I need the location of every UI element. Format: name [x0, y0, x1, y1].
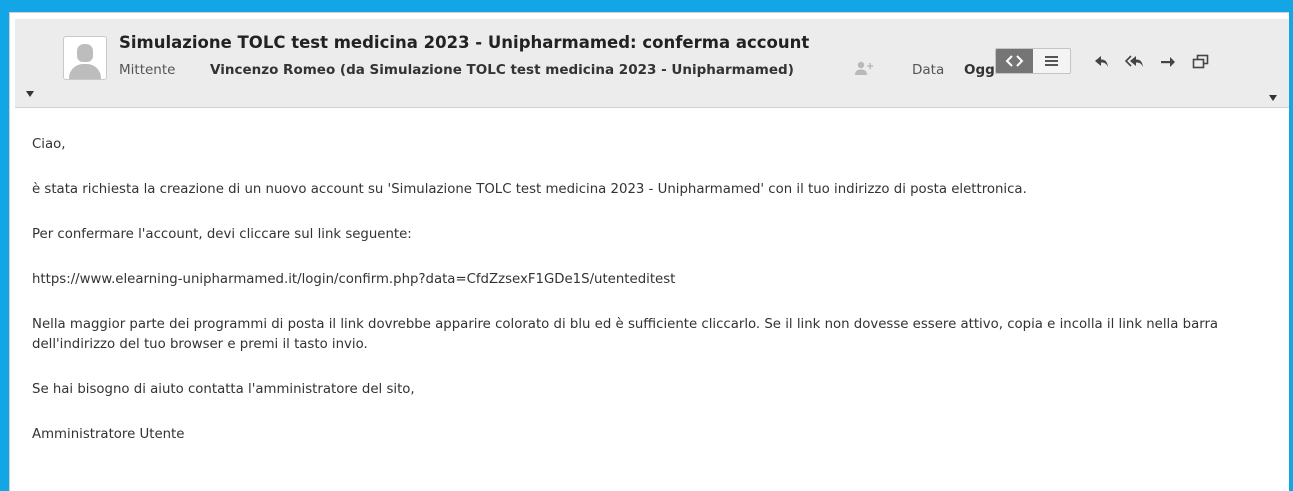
collapse-left-icon[interactable]	[26, 91, 34, 97]
open-window-icon[interactable]	[1191, 53, 1211, 71]
reply-icon[interactable]	[1092, 53, 1112, 71]
reply-all-icon[interactable]	[1125, 53, 1145, 71]
greeting: Ciao,	[32, 137, 66, 152]
body-paragraph-3: Nella maggior parte dei programmi di pos…	[32, 317, 1219, 352]
view-mode-toggle[interactable]	[995, 48, 1071, 74]
body-paragraph-2: Per confermare l'account, devi cliccare …	[32, 227, 412, 242]
window-frame: Simulazione TOLC test medicina 2023 - Un…	[0, 0, 1293, 491]
add-contact-icon[interactable]	[854, 61, 874, 77]
avatar	[63, 36, 107, 80]
message-body: Ciao, è stata richiesta la creazione di …	[32, 135, 1279, 470]
text-view-icon	[1045, 56, 1058, 66]
date-label: Data	[912, 62, 945, 78]
message-header: Simulazione TOLC test medicina 2023 - Un…	[15, 19, 1289, 108]
source-view-button[interactable]	[996, 49, 1033, 73]
sender-label: Mittente	[119, 62, 176, 78]
signature: Amministratore Utente	[32, 427, 185, 442]
avatar-head	[77, 44, 93, 62]
body-paragraph-1: è stata richiesta la creazione di un nuo…	[32, 182, 1027, 197]
expand-right-icon[interactable]	[1269, 95, 1277, 101]
message-pane: Simulazione TOLC test medicina 2023 - Un…	[9, 12, 1289, 491]
sender-value[interactable]: Vincenzo Romeo (da Simulazione TOLC test…	[210, 62, 794, 78]
forward-icon[interactable]	[1158, 53, 1178, 71]
text-view-button[interactable]	[1033, 49, 1070, 73]
confirmation-link[interactable]: https://www.elearning-unipharmamed.it/lo…	[32, 270, 1279, 290]
message-subject: Simulazione TOLC test medicina 2023 - Un…	[119, 33, 810, 52]
avatar-body	[69, 64, 101, 79]
body-paragraph-4: Se hai bisogno di aiuto contatta l'ammin…	[32, 382, 415, 397]
source-view-icon	[1005, 55, 1024, 67]
